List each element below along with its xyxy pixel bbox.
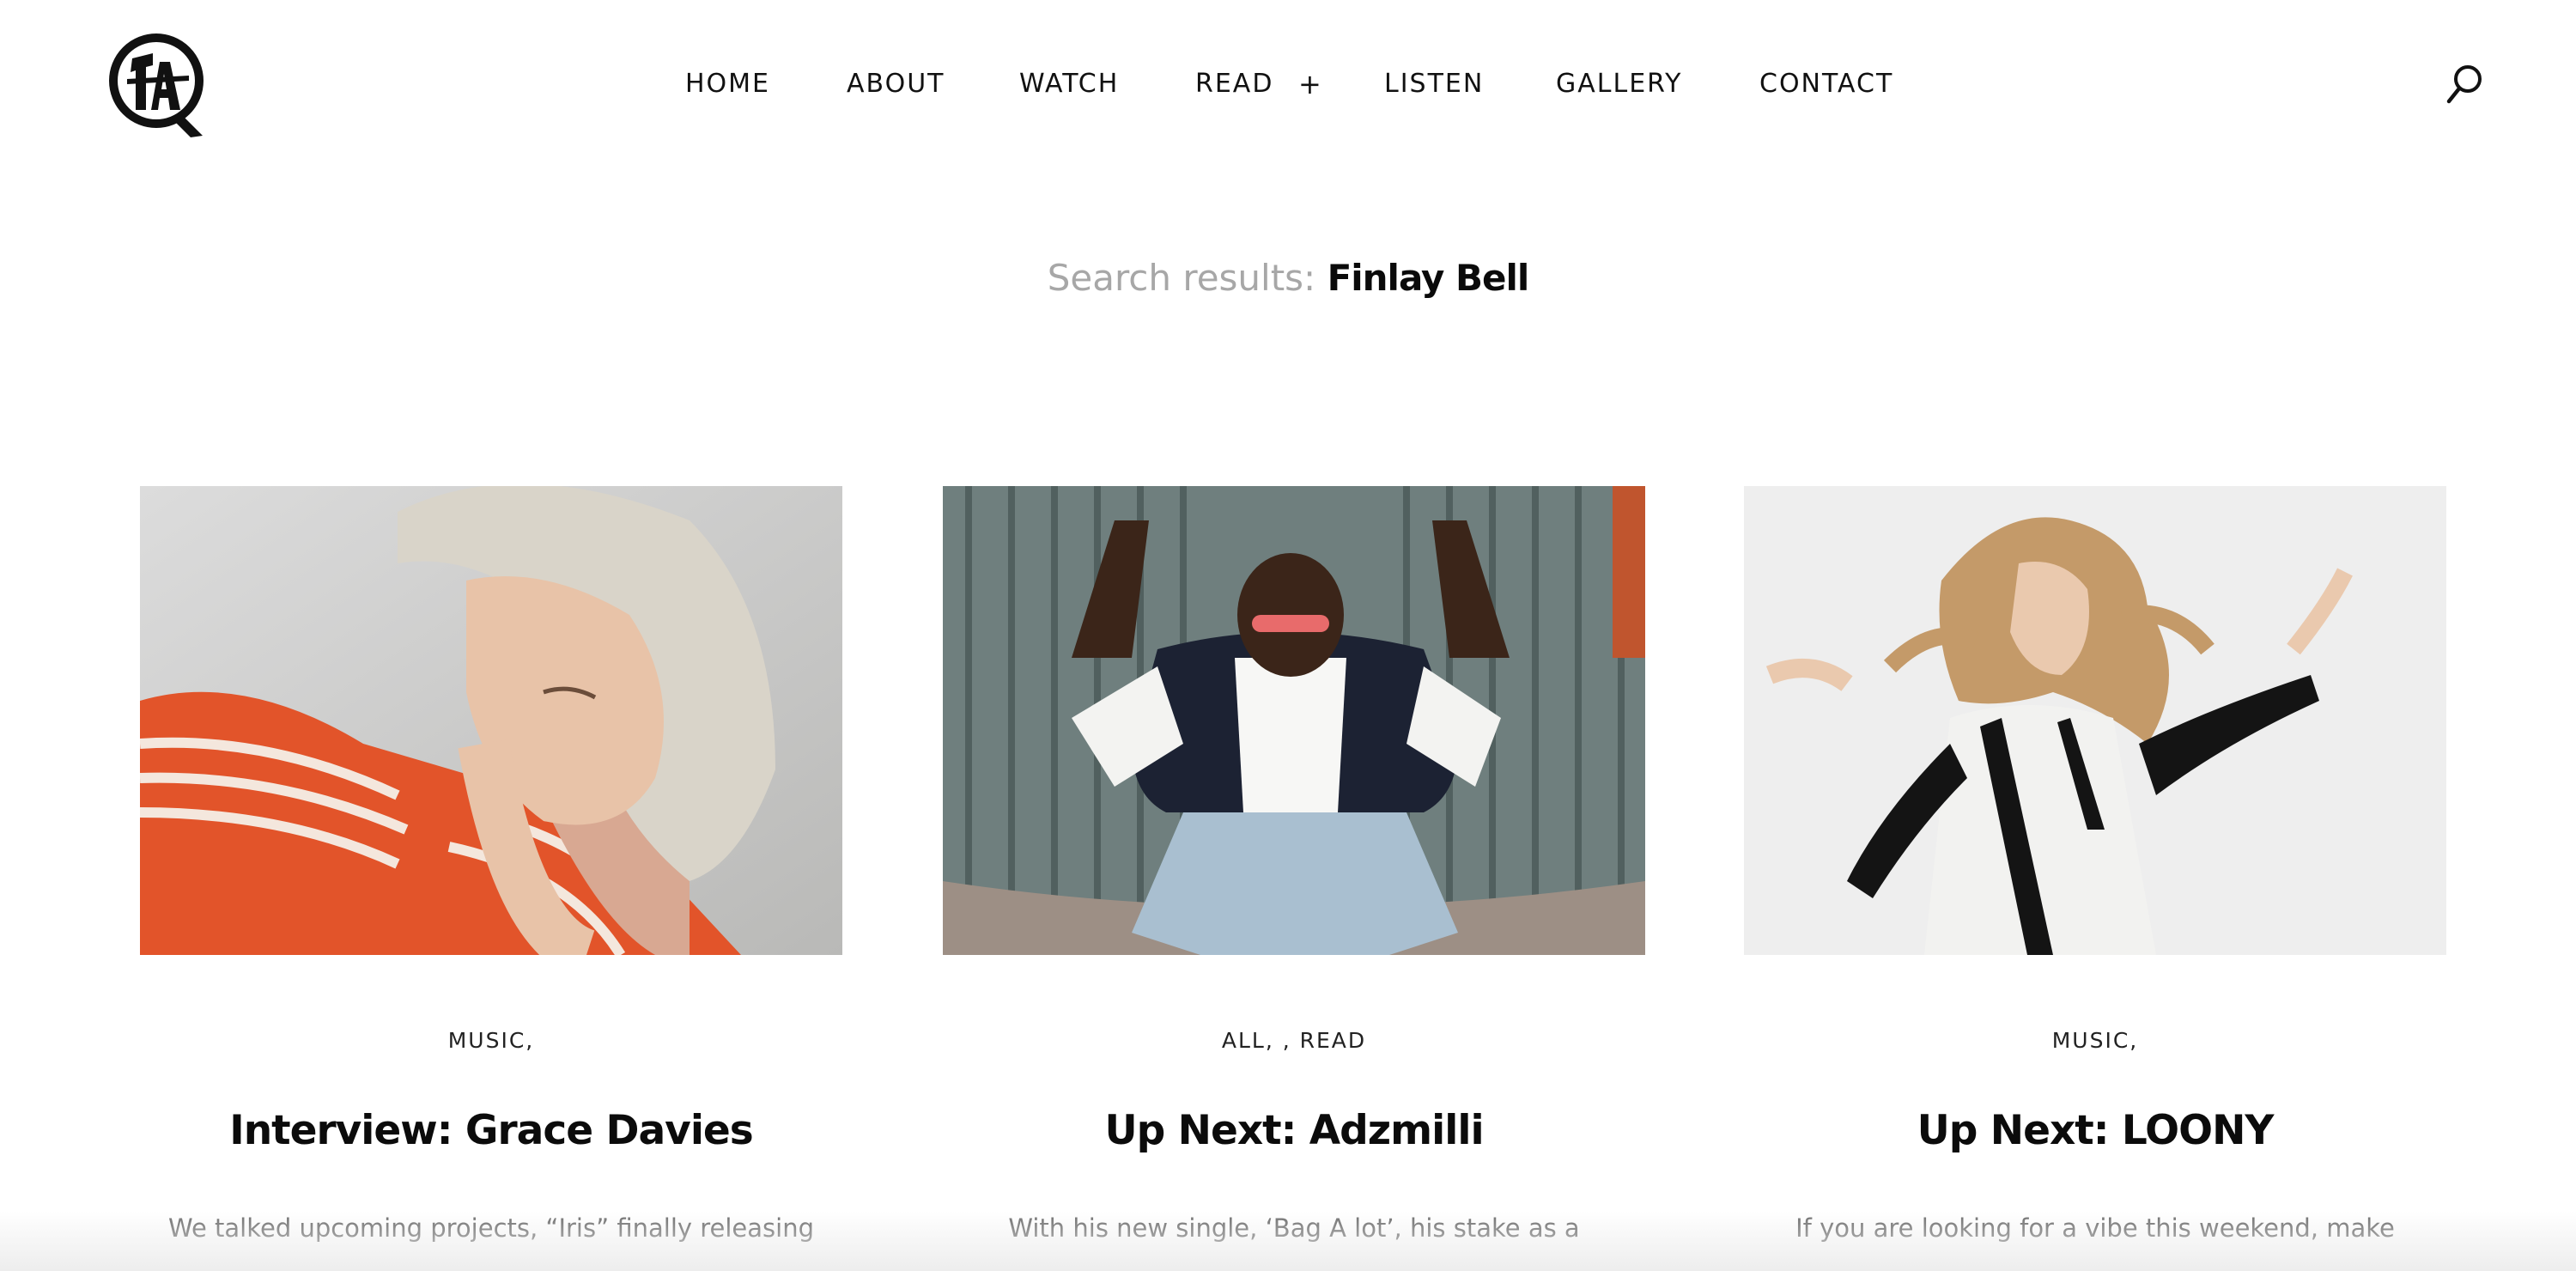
- search-results-label: Search results:: [1047, 257, 1316, 299]
- nav-read-expand-icon[interactable]: +: [1298, 64, 1323, 105]
- post-card: MUSIC, Up Next: LOONY If you are looking…: [1744, 486, 2446, 1271]
- post-categories[interactable]: MUSIC,: [1744, 1024, 2446, 1058]
- post-thumbnail[interactable]: [1744, 486, 2446, 955]
- nav-about[interactable]: ABOUT: [847, 64, 945, 105]
- nav-contact[interactable]: CONTACT: [1759, 64, 1893, 105]
- nav-watch[interactable]: WATCH: [1019, 64, 1119, 105]
- main-nav: HOME ABOUT WATCH READ + LISTEN GALLERY C…: [0, 64, 2576, 105]
- post-title[interactable]: Up Next: Adzmilli: [943, 1101, 1645, 1161]
- post-categories[interactable]: MUSIC,: [140, 1024, 842, 1058]
- post-image-grace: [140, 486, 842, 955]
- post-title[interactable]: Interview: Grace Davies: [140, 1101, 842, 1161]
- search-query: Finlay Bell: [1327, 257, 1530, 299]
- post-categories[interactable]: ALL, , READ: [943, 1024, 1645, 1058]
- post-card: ALL, , READ Up Next: Adzmilli With his n…: [943, 486, 1645, 1271]
- post-title[interactable]: Up Next: LOONY: [1744, 1101, 2446, 1161]
- nav-read[interactable]: READ: [1195, 64, 1273, 105]
- nav-listen[interactable]: LISTEN: [1384, 64, 1484, 105]
- site-header: HOME ABOUT WATCH READ + LISTEN GALLERY C…: [0, 0, 2576, 168]
- post-excerpt: If you are looking for a vibe this weeke…: [1795, 1213, 2395, 1243]
- nav-home[interactable]: HOME: [685, 64, 770, 105]
- post-image-adzmilli: [943, 486, 1645, 955]
- nav-gallery[interactable]: GALLERY: [1556, 64, 1682, 105]
- post-image-loony: [1744, 486, 2446, 955]
- post-card: MUSIC, Interview: Grace Davies We talked…: [140, 486, 842, 1271]
- post-excerpt: We talked upcoming projects, “Iris” fina…: [167, 1213, 815, 1243]
- post-thumbnail[interactable]: [140, 486, 842, 955]
- search-button[interactable]: [2444, 62, 2485, 106]
- post-excerpt: With his new single, ‘Bag A lot’, his st…: [1008, 1213, 1580, 1243]
- search-icon: [2446, 65, 2482, 104]
- post-thumbnail[interactable]: [943, 486, 1645, 955]
- search-results-heading: Search results: Finlay Bell: [0, 252, 2576, 304]
